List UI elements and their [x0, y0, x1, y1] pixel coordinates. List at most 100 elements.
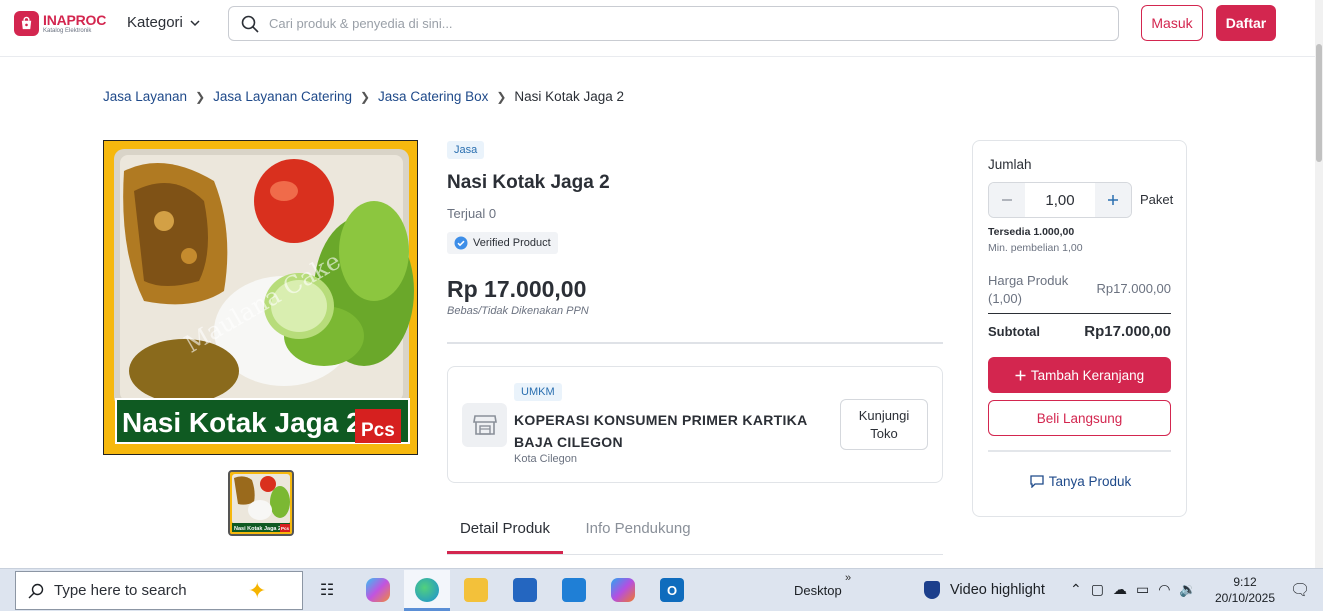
price-label-line2: (1,00) — [988, 291, 1022, 306]
store-card: UMKM KOPERASI KONSUMEN PRIMER KARTIKA BA… — [447, 366, 943, 483]
divider — [447, 342, 943, 344]
search-icon — [28, 583, 44, 598]
chevron-up-icon[interactable]: ⌃ — [1070, 581, 1082, 598]
top-navbar: INAPROC Katalog Elektronik Kategori Masu… — [0, 0, 1315, 57]
store-app-icon[interactable] — [513, 578, 537, 602]
system-tray: ⌃ ▢ ☁ ▭ ◠ 🔉 — [1070, 581, 1197, 598]
tab-divider — [447, 554, 943, 555]
thumbnail-caption: Nasi Kotak Jaga 2 — [234, 526, 281, 532]
divider — [988, 450, 1171, 452]
chevron-down-icon — [190, 19, 200, 26]
chevron-right-icon: ❯ — [496, 89, 507, 104]
product-thumbnail[interactable]: Nasi Kotak Jaga 2 Pcs — [228, 470, 294, 536]
video-highlight-widget[interactable]: Video highlight — [924, 581, 1045, 599]
quantity-unit: Paket — [1140, 192, 1174, 207]
clock[interactable]: 9:12 20/10/2025 — [1214, 574, 1276, 606]
tab-detail-produk[interactable]: Detail Produk — [447, 508, 563, 554]
register-button[interactable]: Daftar — [1216, 5, 1276, 41]
add-to-cart-label: Tambah Keranjang — [1030, 367, 1145, 383]
chat-bubble-icon — [1030, 475, 1044, 488]
image-badge: Pcs — [361, 420, 395, 441]
divider — [988, 313, 1171, 314]
store-name[interactable]: KOPERASI KONSUMEN PRIMER KARTIKA BAJA CI… — [514, 409, 814, 453]
device-icon[interactable]: ▢ — [1091, 581, 1104, 598]
taskbar-search[interactable]: Type here to search ✦ — [15, 571, 303, 610]
nfl-icon — [924, 581, 940, 599]
breadcrumb-current: Nasi Kotak Jaga 2 — [514, 89, 624, 104]
mail-icon[interactable] — [562, 578, 586, 602]
edge-browser-icon[interactable] — [415, 578, 439, 602]
toolbar-expand-icon[interactable]: » — [845, 572, 851, 584]
task-view-icon[interactable]: ☷ — [315, 578, 339, 602]
outlook-icon[interactable]: O — [660, 578, 684, 602]
taskbar-search-text: Type here to search — [54, 582, 187, 599]
image-caption: Nasi Kotak Jaga 2 — [122, 407, 362, 438]
clock-time: 9:12 — [1233, 575, 1257, 589]
minus-icon — [1002, 199, 1012, 201]
price-label: Harga Produk (1,00) — [988, 272, 1088, 308]
video-highlight-label: Video highlight — [950, 582, 1045, 598]
m365-icon[interactable] — [611, 578, 635, 602]
battery-icon[interactable]: ▭ — [1136, 581, 1149, 598]
copilot-icon[interactable] — [366, 578, 390, 602]
file-explorer-icon[interactable] — [464, 578, 488, 602]
breadcrumb-link[interactable]: Jasa Layanan Catering — [213, 89, 352, 104]
clock-date: 20/10/2025 — [1214, 591, 1276, 605]
desktop-toolbar-label[interactable]: Desktop — [794, 583, 842, 598]
inaproc-logo[interactable]: INAPROC Katalog Elektronik — [14, 11, 106, 36]
visit-store-label-line2: Toko — [870, 425, 898, 441]
logo-subtitle: Katalog Elektronik — [43, 28, 92, 34]
shopping-bag-icon — [14, 11, 39, 36]
umkm-tag: UMKM — [514, 383, 562, 401]
tax-note: Bebas/Tidak Dikenakan PPN — [447, 305, 589, 317]
product-main-image[interactable]: Maulana Cake Nasi Kotak Jaga 2 Pcs — [103, 140, 418, 455]
verified-badge: Verified Product — [447, 232, 558, 254]
breadcrumb-link[interactable]: Jasa Catering Box — [378, 89, 488, 104]
plus-icon — [1015, 370, 1026, 380]
decrease-quantity-button[interactable] — [989, 183, 1025, 217]
quantity-label: Jumlah — [988, 157, 1032, 172]
cloud-icon[interactable]: ☁ — [1113, 581, 1127, 598]
price-label-line1: Harga Produk — [988, 273, 1069, 288]
store-city: Kota Cilegon — [514, 453, 577, 465]
search-icon — [241, 15, 259, 33]
subtotal-value: Rp17.000,00 — [1084, 323, 1171, 340]
visit-store-button[interactable]: Kunjungi Toko — [840, 399, 928, 450]
min-purchase: Min. pembelian 1,00 — [988, 242, 1083, 254]
login-button[interactable]: Masuk — [1141, 5, 1203, 41]
quantity-stepper: 1,00 — [988, 182, 1132, 218]
visit-store-label-line1: Kunjungi — [858, 407, 910, 423]
stock-available: Tersedia 1.000,00 — [988, 226, 1075, 238]
store-icon — [462, 403, 507, 447]
subtotal-label: Subtotal — [988, 324, 1040, 339]
kategori-label: Kategori — [127, 14, 183, 31]
tab-info-pendukung[interactable]: Info Pendukung — [572, 508, 704, 554]
purchase-panel: Jumlah 1,00 Paket Tersedia 1.000,00 Min.… — [972, 140, 1187, 517]
sparkle-icon: ✦ — [248, 578, 267, 603]
ask-product-link[interactable]: Tanya Produk — [973, 474, 1188, 489]
product-title: Nasi Kotak Jaga 2 — [447, 172, 610, 193]
logo-text: INAPROC — [43, 12, 107, 28]
kategori-dropdown[interactable]: Kategori — [127, 14, 201, 31]
chevron-right-icon: ❯ — [359, 89, 371, 104]
sold-count: Terjual 0 — [447, 206, 497, 221]
ask-product-label: Tanya Produk — [1048, 474, 1132, 489]
scrollbar-thumb[interactable] — [1316, 44, 1322, 162]
buy-now-button[interactable]: Beli Langsung — [988, 400, 1171, 436]
verified-label: Verified Product — [473, 237, 551, 249]
quantity-input[interactable]: 1,00 — [1025, 183, 1095, 217]
wifi-icon[interactable]: ◠ — [1158, 581, 1170, 598]
breadcrumb-link[interactable]: Jasa Layanan — [103, 89, 187, 104]
chevron-right-icon: ❯ — [195, 89, 206, 104]
notification-icon[interactable]: 🗨 — [1290, 580, 1310, 600]
price-value: Rp17.000,00 — [1096, 281, 1171, 296]
breadcrumb: Jasa Layanan ❯ Jasa Layanan Catering ❯ J… — [103, 89, 624, 104]
search-bar[interactable] — [228, 6, 1119, 41]
category-tag: Jasa — [447, 141, 485, 159]
windows-taskbar: Type here to search ✦ ☷ O Desktop » Vide… — [0, 568, 1323, 611]
product-price: Rp 17.000,00 — [447, 276, 587, 302]
search-input[interactable] — [269, 16, 1069, 31]
increase-quantity-button[interactable] — [1095, 183, 1131, 217]
add-to-cart-button[interactable]: Tambah Keranjang — [988, 357, 1171, 393]
speaker-icon[interactable]: 🔉 — [1179, 581, 1196, 598]
